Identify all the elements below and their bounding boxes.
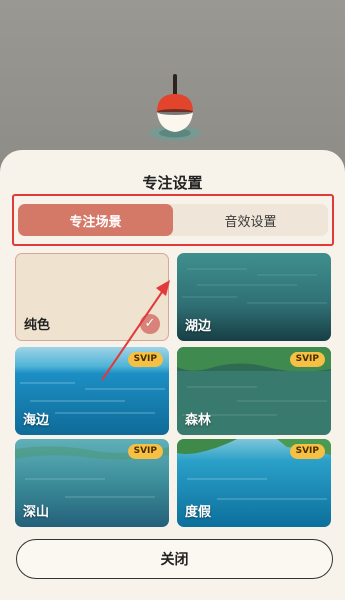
scene-label: 海边 <box>23 413 50 428</box>
svip-badge: SVIP <box>289 352 325 367</box>
scene-label: 深山 <box>23 505 50 520</box>
scene-label: 森林 <box>185 413 212 428</box>
scene-card-seaside[interactable]: SVIP 海边 <box>15 347 169 435</box>
scene-card-mountain[interactable]: SVIP 深山 <box>15 439 169 527</box>
scene-label: 纯色 <box>24 318 51 333</box>
tab-highlight-frame: 专注场景 音效设置 <box>12 194 334 246</box>
checkmark-icon: ✓ <box>140 314 160 334</box>
tab-bar: 专注场景 音效设置 <box>18 204 328 236</box>
scene-card-lake[interactable]: 湖边 <box>177 253 331 341</box>
scene-card-forest[interactable]: SVIP 森林 <box>177 347 331 435</box>
tab-sound-settings[interactable]: 音效设置 <box>173 204 328 236</box>
fishing-bobber-icon <box>149 74 201 141</box>
svip-badge: SVIP <box>127 352 163 367</box>
svip-badge: SVIP <box>289 444 325 459</box>
close-button[interactable]: 关闭 <box>16 539 333 579</box>
focus-settings-sheet: 专注设置 专注场景 音效设置 纯色 ✓ 湖边 SVIP 海边 SVIP 森林 S… <box>0 150 345 600</box>
scene-label: 度假 <box>185 505 212 520</box>
scene-card-plain[interactable]: 纯色 ✓ <box>15 253 169 341</box>
svip-badge: SVIP <box>127 444 163 459</box>
tab-focus-scene[interactable]: 专注场景 <box>18 204 173 236</box>
sheet-title: 专注设置 <box>142 174 203 192</box>
background-scene <box>0 0 345 160</box>
scene-card-vacation[interactable]: SVIP 度假 <box>177 439 331 527</box>
scene-label: 湖边 <box>185 319 212 334</box>
